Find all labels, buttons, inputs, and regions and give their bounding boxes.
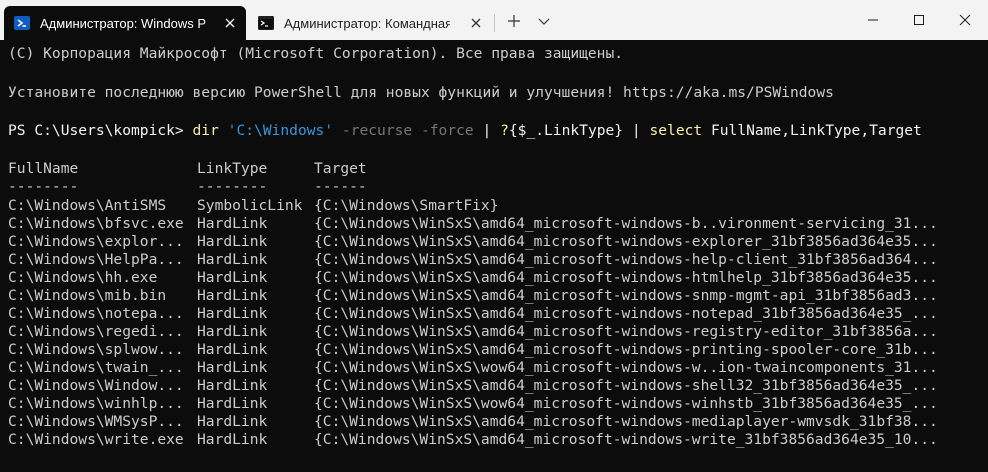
cell-linktype: HardLink <box>197 287 268 304</box>
maximize-icon <box>914 15 924 25</box>
header-linktype: LinkType <box>197 160 268 177</box>
cell-target: {C:\Windows\WinSxS\amd64_microsoft-windo… <box>314 341 938 358</box>
minimize-button[interactable] <box>850 0 896 40</box>
table-row: C:\Windows\mib.bin HardLink {C:\Windows\Wi… <box>8 287 968 305</box>
cell-linktype: HardLink <box>197 215 268 232</box>
cell-linktype: HardLink <box>197 233 268 250</box>
table-row: C:\Windows\Window... HardLink {C:\Windows\… <box>8 377 968 395</box>
maximize-button[interactable] <box>896 0 942 40</box>
table-row: C:\Windows\regedi... HardLink {C:\Windows\… <box>8 323 968 341</box>
tab-dropdown-button[interactable] <box>530 6 558 36</box>
new-tab-button[interactable] <box>500 6 528 36</box>
cell-linktype: HardLink <box>197 431 268 448</box>
cell-target: {C:\Windows\WinSxS\amd64_microsoft-windo… <box>314 233 938 250</box>
cell-linktype: HardLink <box>197 413 268 430</box>
cell-linktype: HardLink <box>197 323 268 340</box>
cell-linktype: HardLink <box>197 359 268 376</box>
cell-target: {C:\Windows\WinSxS\amd64_microsoft-windo… <box>314 431 938 448</box>
select-arguments: FullName,LinkType,Target <box>702 122 922 139</box>
tab-powershell[interactable]: Администратор: Windows Pow <box>4 6 246 40</box>
cell-linktype: HardLink <box>197 395 268 412</box>
command-path: 'C:\Windows' <box>227 122 334 139</box>
cell-fullname: C:\Windows\splwow... <box>8 341 184 358</box>
header-target: Target <box>314 160 367 177</box>
pipe: | <box>623 122 650 139</box>
terminal-output[interactable]: (C) Корпорация Майкрософт (Microsoft Cor… <box>0 40 988 472</box>
header-fullname: FullName <box>8 160 79 177</box>
cell-fullname: C:\Windows\hh.exe <box>8 269 158 286</box>
cell-target: {C:\Windows\WinSxS\amd64_microsoft-windo… <box>314 377 938 394</box>
command-params: -recurse -force <box>341 122 474 139</box>
table-header: FullName LinkType Target <box>8 160 968 178</box>
cell-fullname: C:\Windows\bfsvc.exe <box>8 215 184 232</box>
table-row: C:\Windows\hh.exe HardLink {C:\Windows\Win… <box>8 269 968 287</box>
table-row: C:\Windows\AntiSMS SymbolicLink {C:\Window… <box>8 197 968 215</box>
close-icon <box>959 14 971 26</box>
table-row: C:\Windows\explor... HardLink {C:\Windows\… <box>8 233 968 251</box>
plus-icon <box>508 15 520 27</box>
command-line: PS C:\Users\kompick> dir 'C:\Windows' -r… <box>8 122 922 140</box>
table-row: C:\Windows\WMSysP... HardLink {C:\Windows\… <box>8 413 968 431</box>
cell-target: {C:\Windows\WinSxS\amd64_microsoft-windo… <box>314 215 938 232</box>
cell-target: {C:\Windows\WinSxS\amd64_microsoft-windo… <box>314 323 938 340</box>
cell-target: {C:\Windows\SmartFix} <box>314 197 499 214</box>
cell-linktype: HardLink <box>197 341 268 358</box>
cell-linktype: SymbolicLink <box>197 197 303 214</box>
tab-label: Администратор: Windows Pow <box>40 15 206 31</box>
cell-fullname: C:\Windows\write.exe <box>8 431 184 448</box>
powershell-icon <box>14 16 30 30</box>
tab-cmd[interactable]: Администратор: Командная ст <box>248 6 492 40</box>
cell-fullname: C:\Windows\WMSysP... <box>8 413 184 430</box>
cell-target: {C:\Windows\WinSxS\amd64_microsoft-windo… <box>314 305 938 322</box>
close-icon[interactable] <box>222 15 238 31</box>
cell-target: {C:\Windows\WinSxS\amd64_microsoft-windo… <box>314 269 938 286</box>
filter-command: ? <box>500 122 509 139</box>
table-row: C:\Windows\splwow... HardLink {C:\Windows\… <box>8 341 968 359</box>
tab-label: Администратор: Командная ст <box>284 15 450 31</box>
command-dir: dir <box>192 122 219 139</box>
cell-fullname: C:\Windows\AntiSMS <box>8 197 167 214</box>
separator: -------- <box>8 178 79 195</box>
table-row: C:\Windows\notepa... HardLink {C:\Windows\… <box>8 305 968 323</box>
cell-fullname: C:\Windows\regedi... <box>8 323 184 340</box>
cell-fullname: C:\Windows\Window... <box>8 377 184 394</box>
cell-target: {C:\Windows\WinSxS\wow64_microsoft-windo… <box>314 395 938 412</box>
cell-target: {C:\Windows\WinSxS\amd64_microsoft-windo… <box>314 287 938 304</box>
filter-expression: {$_.LinkType} <box>508 122 624 139</box>
cell-target: {C:\Windows\WinSxS\amd64_microsoft-windo… <box>314 413 938 430</box>
cell-fullname: C:\Windows\explor... <box>8 233 184 250</box>
cell-fullname: C:\Windows\notepa... <box>8 305 184 322</box>
table-row: C:\Windows\bfsvc.exe HardLink {C:\Windows\… <box>8 215 968 233</box>
pipe: | <box>482 122 501 139</box>
cmd-icon <box>258 16 274 30</box>
chevron-down-icon <box>538 18 550 25</box>
title-bar: Администратор: Windows Pow Администратор… <box>0 0 988 40</box>
table-row: C:\Windows\winhlp... HardLink {C:\Windows\… <box>8 395 968 413</box>
cell-fullname: C:\Windows\winhlp... <box>8 395 184 412</box>
cell-linktype: HardLink <box>197 251 268 268</box>
tab-divider <box>494 14 495 32</box>
prompt: PS C:\Users\kompick> <box>8 122 193 139</box>
cell-linktype: HardLink <box>197 269 268 286</box>
scrollbar[interactable] <box>980 40 986 472</box>
update-notice-line: Установите последнюю версию PowerShell д… <box>8 84 834 101</box>
table-row: C:\Windows\twain_... HardLink {C:\Windows\… <box>8 359 968 377</box>
copyright-line: (C) Корпорация Майкрософт (Microsoft Cor… <box>8 45 624 62</box>
close-icon[interactable] <box>468 15 484 31</box>
cell-linktype: HardLink <box>197 377 268 394</box>
cell-target: {C:\Windows\WinSxS\amd64_microsoft-windo… <box>314 251 938 268</box>
cell-fullname: C:\Windows\mib.bin <box>8 287 167 304</box>
select-command: select <box>649 122 703 139</box>
cell-fullname: C:\Windows\HelpPa... <box>8 251 184 268</box>
separator: ------ <box>314 178 367 195</box>
table-row: C:\Windows\HelpPa... HardLink {C:\Windows\… <box>8 251 968 269</box>
minimize-icon <box>868 19 878 21</box>
window-close-button[interactable] <box>942 0 988 40</box>
table-row: C:\Windows\write.exe HardLink {C:\Windows\… <box>8 431 968 449</box>
table-separator: -------- -------- ------ <box>8 178 968 196</box>
separator: -------- <box>197 178 268 195</box>
cell-linktype: HardLink <box>197 305 268 322</box>
cell-target: {C:\Windows\WinSxS\wow64_microsoft-windo… <box>314 359 938 376</box>
cell-fullname: C:\Windows\twain_... <box>8 359 184 376</box>
